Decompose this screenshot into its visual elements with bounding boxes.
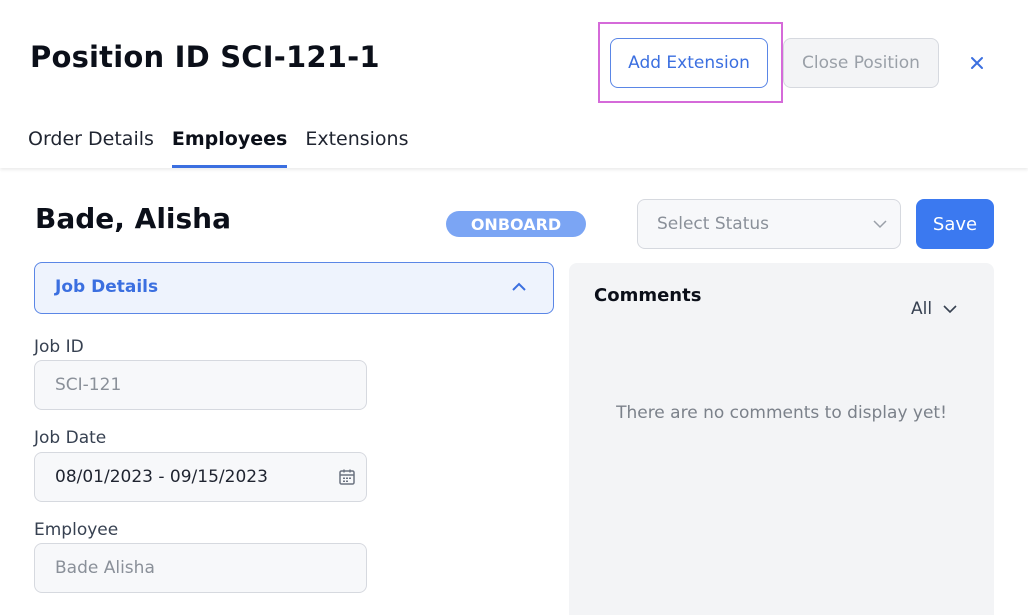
tab-bar: Order Details Employees Extensions	[28, 128, 409, 168]
comments-panel: Comments All There are no comments to di…	[569, 263, 994, 615]
chevron-up-icon	[512, 282, 526, 291]
close-position-button[interactable]: Close Position	[783, 38, 939, 88]
tab-extensions[interactable]: Extensions	[305, 128, 408, 168]
page-header: Position ID SCI-121-1 Add Extension Clos…	[0, 0, 1028, 168]
job-details-label: Job Details	[55, 277, 159, 297]
status-select-placeholder: Select Status	[657, 214, 770, 234]
job-date-label: Job Date	[34, 428, 107, 448]
status-badge: ONBOARD	[446, 211, 586, 237]
tab-order-details[interactable]: Order Details	[28, 128, 154, 168]
job-id-field[interactable]: SCI-121	[34, 360, 367, 410]
employee-name: Bade, Alisha	[35, 202, 232, 235]
comments-empty-message: There are no comments to display yet!	[616, 403, 947, 423]
chevron-down-icon	[873, 220, 887, 229]
employee-field[interactable]: Bade Alisha	[34, 543, 367, 593]
calendar-icon[interactable]	[338, 468, 356, 486]
comments-filter[interactable]: All	[911, 299, 958, 319]
job-date-field[interactable]: 08/01/2023 - 09/15/2023	[34, 452, 367, 502]
job-details-section-header[interactable]: Job Details	[34, 262, 554, 314]
job-id-value: SCI-121	[55, 375, 122, 395]
chevron-down-icon	[943, 305, 957, 314]
add-extension-button[interactable]: Add Extension	[610, 38, 768, 88]
comments-title: Comments	[594, 285, 702, 306]
job-date-value: 08/01/2023 - 09/15/2023	[55, 467, 268, 487]
comments-filter-value: All	[911, 299, 933, 319]
employee-label: Employee	[34, 520, 119, 540]
status-select[interactable]: Select Status	[637, 199, 901, 249]
employee-value: Bade Alisha	[55, 558, 155, 578]
close-icon[interactable]	[966, 52, 988, 74]
job-id-label: Job ID	[34, 337, 84, 357]
save-button[interactable]: Save	[916, 199, 994, 249]
tab-employees[interactable]: Employees	[171, 128, 288, 168]
page-title: Position ID SCI-121-1	[30, 40, 380, 74]
